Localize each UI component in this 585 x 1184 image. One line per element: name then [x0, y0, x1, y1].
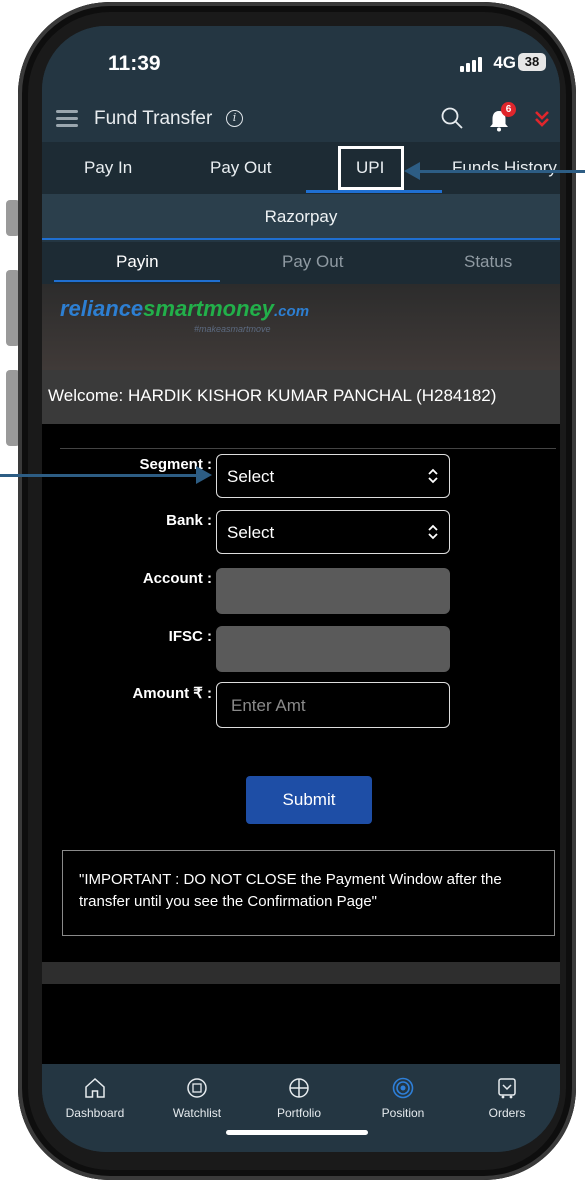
annotation-arrowhead-upi [404, 162, 420, 180]
blank-area [42, 984, 560, 1064]
signal-icon [460, 56, 482, 72]
nav-orders[interactable]: Orders [462, 1076, 552, 1120]
segment-label: Segment : [139, 456, 212, 473]
ifsc-label: IFSC : [168, 628, 212, 645]
subtab-pay-out[interactable]: Pay Out [282, 252, 343, 272]
bank-select[interactable]: Select [216, 510, 450, 554]
tab-funds-history[interactable]: Funds History [452, 158, 557, 178]
brand-tagline: #makeasmartmove [194, 324, 271, 334]
subtab-payin[interactable]: Payin [116, 252, 159, 272]
top-tab-bar: Pay In Pay Out UPI Funds History [42, 142, 560, 194]
divider [60, 448, 556, 449]
account-field[interactable] [216, 568, 450, 614]
brand-banner: reliancesmartmoney.com #makeasmartmove [42, 284, 560, 370]
tab-pay-out[interactable]: Pay Out [210, 158, 271, 178]
ifsc-field[interactable] [216, 626, 450, 672]
sub-tab-bar: Payin Pay Out Status [42, 242, 560, 284]
nav-watchlist[interactable]: Watchlist [152, 1076, 242, 1120]
account-label: Account : [142, 570, 212, 587]
network-label: 4G [493, 53, 516, 72]
bank-label: Bank : [166, 512, 212, 529]
welcome-text: Welcome: HARDIK KISHOR KUMAR PANCHAL (H2… [48, 386, 497, 405]
segment-select[interactable]: Select [216, 454, 450, 498]
bank-value: Select [227, 523, 275, 542]
position-icon [392, 1077, 414, 1099]
segment-value: Select [227, 467, 275, 486]
gateway-bar: Razorpay [42, 194, 560, 240]
nav-dashboard[interactable]: Dashboard [50, 1076, 140, 1120]
upi-highlight-box [338, 146, 404, 190]
submit-button[interactable]: Submit [246, 776, 372, 824]
search-icon[interactable] [440, 106, 464, 130]
amount-placeholder: Enter Amt [231, 696, 306, 715]
nav-portfolio[interactable]: Portfolio [254, 1076, 344, 1120]
nav-position[interactable]: Position [358, 1076, 448, 1120]
welcome-row: Welcome: HARDIK KISHOR KUMAR PANCHAL (H2… [42, 370, 560, 424]
important-notice: "IMPORTANT : DO NOT CLOSE the Payment Wi… [62, 850, 555, 936]
home-indicator [226, 1130, 368, 1135]
updown-caret-icon [428, 524, 438, 540]
active-tab-indicator [306, 190, 442, 193]
notification-badge: 6 [501, 102, 516, 117]
footer-strip [42, 962, 560, 984]
brand-logo: reliancesmartmoney.com [60, 296, 310, 321]
status-bar: 11:39 4G 38 [42, 26, 560, 96]
gateway-label[interactable]: Razorpay [42, 207, 560, 227]
tab-pay-in[interactable]: Pay In [84, 158, 132, 178]
watchlist-icon [187, 1078, 207, 1098]
bottom-nav: Dashboard Watchlist Portfolio Position O… [42, 1064, 560, 1152]
active-subtab-indicator [54, 280, 220, 282]
subtab-status[interactable]: Status [464, 252, 512, 272]
app-header: Fund Transfer i 6 [42, 96, 560, 142]
payin-content: reliancesmartmoney.com #makeasmartmove W… [42, 284, 560, 984]
annotation-arrow-upi [418, 170, 585, 173]
annotation-arrow-segment [0, 474, 196, 477]
portfolio-icon [289, 1078, 309, 1098]
amount-input[interactable]: Enter Amt [216, 682, 450, 728]
home-icon [85, 1077, 105, 1098]
battery-icon: 38 [518, 53, 546, 71]
annotation-arrowhead-segment [196, 466, 212, 484]
double-chevron-down-icon[interactable] [534, 110, 550, 128]
phone-screen: 11:39 4G 38 Fund Transfer i 6 Pay In Pay… [42, 26, 560, 1152]
status-time: 11:39 [108, 52, 161, 75]
info-icon[interactable]: i [226, 110, 243, 127]
payin-form: Segment : Select Bank : Select Account :… [42, 424, 560, 962]
updown-caret-icon [428, 468, 438, 484]
hamburger-menu-icon[interactable] [56, 110, 78, 128]
amount-label: Amount ₹ : [132, 685, 212, 702]
orders-icon [498, 1078, 516, 1099]
page-title: Fund Transfer [94, 108, 213, 129]
